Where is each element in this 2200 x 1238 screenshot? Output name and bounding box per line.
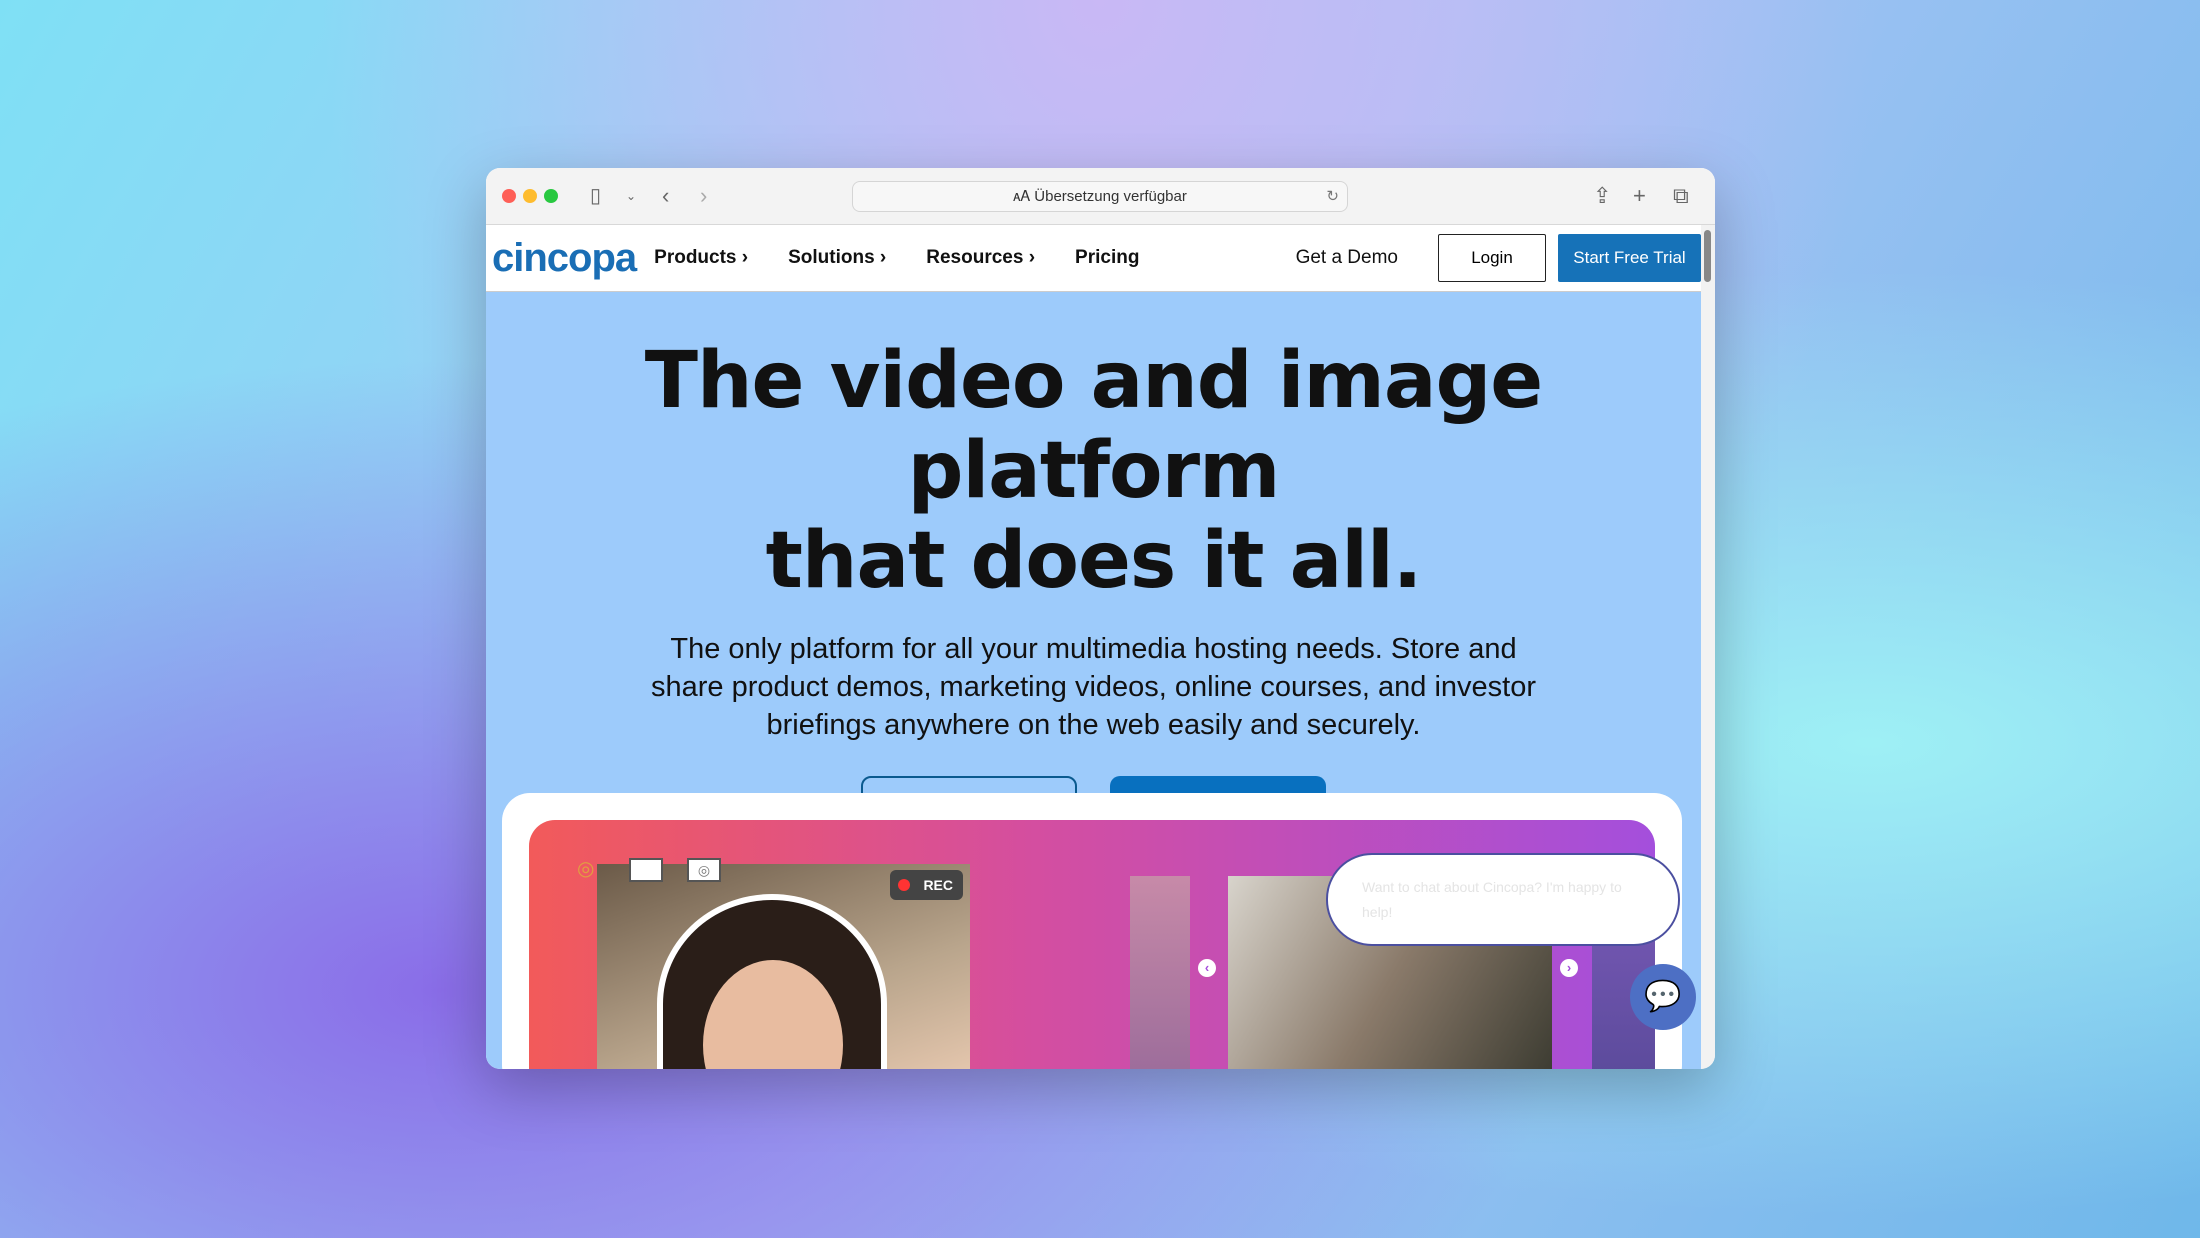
screen-webcam-icon[interactable]: ◎ — [687, 858, 721, 882]
site-nav: cincopa Products › Solutions › Resources… — [486, 225, 1701, 292]
chat-icon[interactable]: 💬 — [1630, 964, 1696, 1030]
cincopa-logo[interactable]: cincopa — [492, 236, 637, 281]
tabs-icon[interactable]: ⧉ — [1673, 182, 1689, 210]
maximize-window-button[interactable] — [544, 189, 558, 203]
share-icon[interactable]: ⇪ — [1593, 182, 1611, 210]
hero-subtitle: The only platform for all your multimedi… — [651, 633, 1536, 741]
forward-icon[interactable]: › — [700, 182, 707, 210]
screen-icon[interactable] — [629, 858, 663, 882]
close-window-button[interactable] — [502, 189, 516, 203]
rec-badge: REC — [890, 870, 963, 900]
gallery-next-arrow-icon[interactable]: › — [1560, 959, 1578, 977]
chevron-down-icon[interactable]: ⌄ — [626, 182, 636, 210]
nav-solutions[interactable]: Solutions › — [788, 247, 886, 269]
nav-products[interactable]: Products › — [654, 247, 748, 269]
back-icon[interactable]: ‹ — [662, 182, 669, 210]
nav-pricing[interactable]: Pricing — [1075, 247, 1139, 269]
presenter-image — [657, 894, 887, 1069]
reload-icon[interactable]: ↻ — [1326, 182, 1339, 211]
scrollbar[interactable] — [1701, 225, 1715, 1069]
hero-section: The video and image platform that does it… — [486, 292, 1701, 1069]
gallery-slide-prev[interactable] — [1130, 876, 1190, 1069]
chat-prompt-bubble[interactable]: Want to chat about Cincopa? I'm happy to… — [1326, 853, 1680, 946]
plus-icon[interactable]: + — [1633, 182, 1646, 210]
demo-card: REC ◎ ◎ ‹ › ✕ Want to chat about Cincopa… — [502, 793, 1696, 1069]
nav-resources[interactable]: Resources › — [926, 247, 1035, 269]
minimize-window-button[interactable] — [523, 189, 537, 203]
browser-window: ▯ ⌄ ‹ › 🗚 Übersetzung verfügbar ↻ ⇪ + ⧉ c… — [486, 168, 1715, 1069]
address-bar[interactable]: 🗚 Übersetzung verfügbar ↻ — [852, 181, 1348, 212]
get-demo-link[interactable]: Get a Demo — [1296, 247, 1398, 269]
webcam-icon[interactable]: ◎ — [577, 856, 594, 881]
video-recording-preview[interactable]: REC — [597, 864, 970, 1069]
hero-title: The video and image platform that does it… — [644, 336, 1543, 606]
nav-start-trial-button[interactable]: Start Free Trial — [1558, 234, 1701, 282]
browser-toolbar: ▯ ⌄ ‹ › 🗚 Übersetzung verfügbar ↻ ⇪ + ⧉ — [486, 168, 1715, 225]
scrollbar-thumb[interactable] — [1704, 230, 1711, 282]
gallery-prev-arrow-icon[interactable]: ‹ — [1198, 959, 1216, 977]
translate-icon[interactable]: 🗚 — [1013, 188, 1034, 205]
sidebar-icon[interactable]: ▯ — [590, 182, 601, 210]
login-button[interactable]: Login — [1438, 234, 1546, 282]
